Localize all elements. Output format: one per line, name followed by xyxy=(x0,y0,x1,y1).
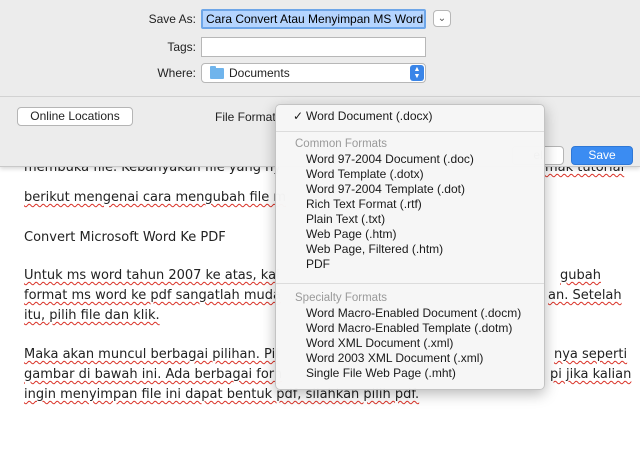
menu-item[interactable]: Web Page (.htm) xyxy=(276,227,544,242)
doc-line-5-right: an. Setelah xyxy=(548,286,622,306)
menu-item[interactable]: Word Macro-Enabled Template (.dotm) xyxy=(276,321,544,336)
menu-item[interactable]: Word Macro-Enabled Document (.docm) xyxy=(276,306,544,321)
menu-item[interactable]: Word XML Document (.xml) xyxy=(276,336,544,351)
online-locations-button[interactable]: Online Locations xyxy=(17,107,133,126)
menu-item[interactable]: Rich Text Format (.rtf) xyxy=(276,197,544,212)
menu-item[interactable]: Single File Web Page (.mht) xyxy=(276,366,544,381)
doc-text: gambar di bawah ini. Ada berbagai forn xyxy=(24,367,283,382)
menu-item[interactable]: Word 2003 XML Document (.xml) xyxy=(276,351,544,366)
checkmark-icon: ✓ xyxy=(293,109,304,123)
doc-line-7: Maka akan muncul berbagai pilihan. Pil xyxy=(24,345,279,365)
save-as-value: Cara Convert Atau Menyimpan MS Word xyxy=(203,11,424,27)
menu-item[interactable]: Word Template (.dotx) xyxy=(276,167,544,182)
doc-text: Maka akan muncul berbagai pilihan. Pil xyxy=(24,347,279,362)
doc-line-6: itu, pilih file dan klik. xyxy=(24,306,160,326)
save-as-field[interactable]: Cara Convert Atau Menyimpan MS Word xyxy=(201,9,426,29)
tags-label: Tags: xyxy=(167,40,196,54)
doc-line-2: berikut mengenai cara mengubah file m xyxy=(24,188,286,208)
doc-text: gubah xyxy=(560,268,601,283)
updown-arrows-icon: ▲ ▼ xyxy=(410,65,424,81)
menu-item[interactable]: PDF xyxy=(276,257,544,272)
doc-line-5: format ms word ke pdf sangatlah muda xyxy=(24,286,281,306)
menu-item-selected[interactable]: ✓ Word Document (.docx) xyxy=(276,109,544,124)
tags-field[interactable] xyxy=(201,37,426,57)
doc-text: Untuk ms word tahun 2007 ke atas, kal xyxy=(24,268,280,283)
doc-line-8: gambar di bawah ini. Ada berbagai forn xyxy=(24,365,282,385)
divider xyxy=(0,96,640,97)
save-as-label: Save As: xyxy=(148,12,196,26)
doc-text: pi jika kalian xyxy=(550,367,632,382)
doc-text: itu, pilih file dan klik. xyxy=(24,308,160,323)
folder-icon xyxy=(210,66,224,79)
doc-heading: Convert Microsoft Word Ke PDF xyxy=(24,228,226,248)
doc-line-7-right: nya seperti xyxy=(554,345,627,365)
menu-item[interactable]: Web Page, Filtered (.htm) xyxy=(276,242,544,257)
doc-text: berikut mengenai cara mengubah file m xyxy=(24,190,287,205)
save-button[interactable]: Save xyxy=(571,146,633,165)
menu-group-header: Specialty Formats xyxy=(295,292,388,304)
file-format-menu: ✓ Word Document (.docx) Common Formats W… xyxy=(275,104,545,390)
menu-item-label: Word Document (.docx) xyxy=(306,109,433,123)
doc-text: an. Setelah xyxy=(548,288,622,303)
doc-line-8-right: pi jika kalian xyxy=(550,365,631,385)
chevron-down-icon: ⌄ xyxy=(437,13,447,24)
file-format-label: File Format xyxy=(215,110,276,124)
menu-item[interactable]: Word 97-2004 Document (.doc) xyxy=(276,152,544,167)
menu-group-header: Common Formats xyxy=(295,138,388,150)
where-value: Documents xyxy=(229,66,290,80)
doc-line-4-right: gubah xyxy=(560,266,601,286)
where-label: Where: xyxy=(157,66,196,80)
doc-text: format ms word ke pdf sangatlah muda xyxy=(24,288,281,303)
menu-separator xyxy=(276,283,544,284)
menu-separator xyxy=(276,131,544,132)
doc-text: nya seperti xyxy=(554,347,628,362)
doc-line-4: Untuk ms word tahun 2007 ke atas, kal xyxy=(24,266,280,286)
expand-dialog-button[interactable]: ⌄ xyxy=(433,10,451,27)
where-popup[interactable]: Documents ▲ ▼ xyxy=(201,63,426,83)
menu-item[interactable]: Word 97-2004 Template (.dot) xyxy=(276,182,544,197)
menu-item[interactable]: Plain Text (.txt) xyxy=(276,212,544,227)
doc-text: Convert Microsoft Word Ke PDF xyxy=(24,230,226,245)
